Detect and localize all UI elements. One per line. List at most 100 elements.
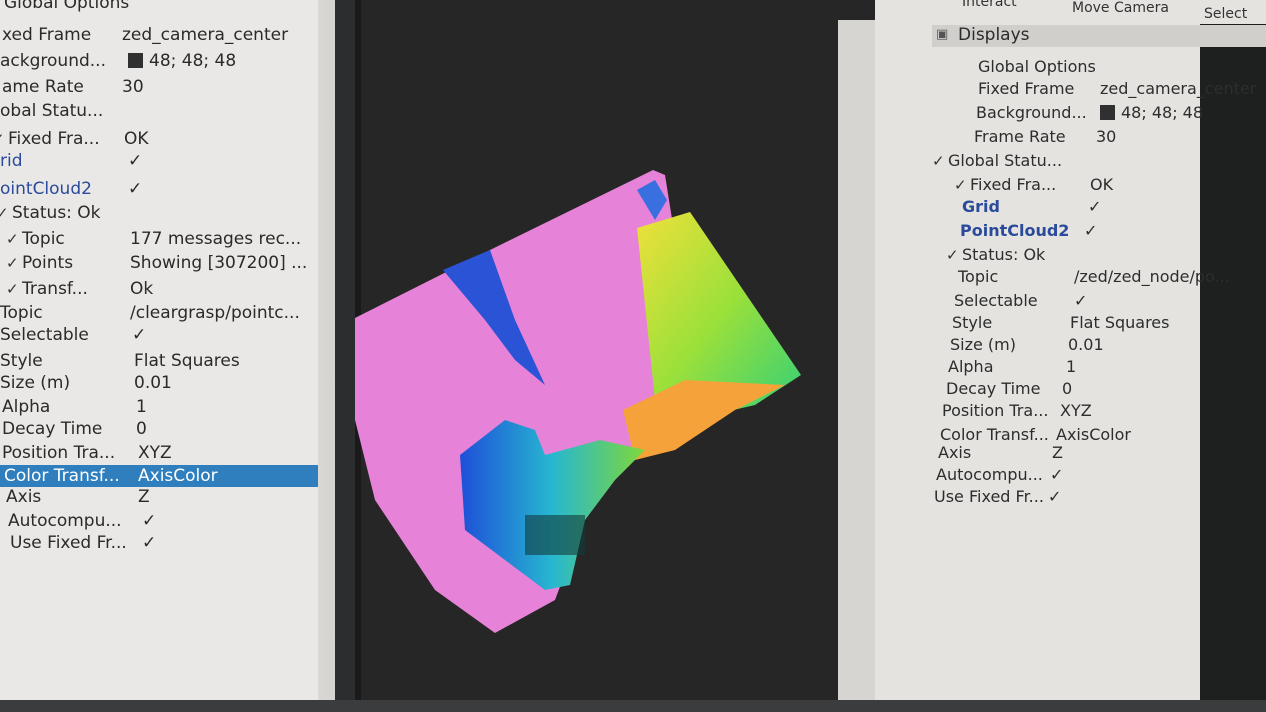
property-row[interactable]: Topic/cleargrasp/pointc... [0,302,318,324]
property-value[interactable]: Ok [130,278,153,300]
property-row[interactable]: Grid ✓ [930,196,1200,218]
property-row[interactable]: Global Options [930,56,1200,78]
property-value[interactable]: OK [124,128,149,150]
property-row[interactable]: xed Frame zed_camera_center [0,24,318,46]
status-check-icon: ✓ [6,280,19,298]
property-row[interactable]: Frame Rate 30 [930,126,1200,148]
move-camera-tool-button[interactable]: Move Camera [1072,0,1169,16]
property-value[interactable]: XYZ [138,442,172,464]
property-row[interactable]: ame Rate 30 [0,76,318,98]
property-value-text: zed_camera_center [1100,79,1257,98]
property-value[interactable]: 48; 48; 48 [1100,102,1203,124]
property-row[interactable]: Size (m) 0.01 [0,372,318,394]
property-value[interactable]: /cleargrasp/pointc... [130,302,300,324]
property-value[interactable]: ✓ [128,178,142,200]
property-value[interactable]: Flat Squares [1070,312,1169,334]
property-row[interactable]: rid ✓ [0,150,318,172]
property-row[interactable]: Decay Time 0 [0,418,318,440]
property-value-text: ✓ [1048,487,1062,506]
status-check-icon: ✓ [946,246,959,264]
property-row[interactable]: Style Flat Squares [0,350,318,372]
property-row[interactable]: Alpha 1 [0,396,318,418]
property-row[interactable]: Color Transf... AxisColor [0,465,318,487]
property-value[interactable]: /zed/zed_node/po... [1074,266,1230,288]
property-value[interactable]: ✓ [142,532,156,554]
property-row[interactable]: Use Fixed Fr... ✓ [0,532,318,554]
property-value[interactable]: zed_camera_center [1100,78,1256,100]
property-row[interactable]: Size (m) 0.01 [930,334,1200,356]
select-tool-button[interactable]: Select [1204,6,1247,22]
property-value[interactable]: ✓ [1048,486,1061,508]
property-row[interactable]: ✓ Status: Ok [0,202,318,224]
property-row[interactable]: ✓ Transf... Ok [0,278,318,300]
property-row[interactable]: ✓Fixed Fra... OK [0,128,318,150]
property-value[interactable]: 0.01 [1068,334,1104,356]
property-row[interactable]: Position Tra... XYZ [0,442,318,464]
property-key: Fixed Fra... [970,175,1057,194]
property-row[interactable]: Autocompu... ✓ [930,464,1200,486]
property-value[interactable]: zed_camera_center [122,24,288,46]
monitor-bezel-right [838,20,878,700]
property-value[interactable]: 1 [136,396,147,418]
property-value[interactable]: 48; 48; 48 [128,50,236,72]
property-value[interactable]: Flat Squares [134,350,240,372]
property-value[interactable]: Showing [307200] ... [130,252,307,274]
property-row[interactable]: Background... 48; 48; 48 [930,102,1203,124]
property-row[interactable]: Decay Time 0 [930,378,1200,400]
property-value[interactable]: 1 [1066,356,1076,378]
property-row[interactable]: ✓ Points Showing [307200] ... [0,252,318,274]
property-row[interactable]: Axis Z [0,486,318,508]
property-value-text: OK [1090,175,1114,194]
property-value[interactable]: 30 [1096,126,1116,148]
property-row[interactable]: ✓Fixed Fra... OK [930,174,1200,196]
property-row[interactable]: Selectable ✓ [0,324,318,346]
property-key: Topic [958,267,999,286]
property-row[interactable]: obal Statu... [0,100,318,122]
render-viewport[interactable] [355,0,902,700]
property-row[interactable]: ✓ Status: Ok [930,244,1200,266]
property-value[interactable]: ✓ [1084,220,1097,242]
property-key: Frame Rate [974,127,1066,146]
property-row[interactable]: ackground... 48; 48; 48 [0,50,318,72]
property-row[interactable]: ointCloud2 ✓ [0,178,318,200]
property-value[interactable]: AxisColor [138,465,218,487]
property-value-text: /cleargrasp/pointc... [130,303,300,323]
property-value[interactable]: ✓ [128,150,142,172]
property-row[interactable]: Fixed Frame zed_camera_center [930,78,1256,100]
color-swatch [128,53,143,68]
property-value[interactable]: ✓ [142,510,156,532]
property-key: Status: Ok [12,203,101,223]
property-row[interactable]: ✓ Topic 177 messages rec... [0,228,318,250]
property-value[interactable]: XYZ [1060,400,1092,422]
property-value[interactable]: ✓ [1074,290,1087,312]
property-row[interactable]: Position Tra... XYZ [930,400,1200,422]
property-key: ame Rate [2,77,84,97]
property-row[interactable]: Selectable ✓ [930,290,1200,312]
interact-tool-button[interactable]: Interact [962,0,1017,10]
property-row[interactable]: Global Options [0,0,318,14]
property-row[interactable]: Alpha 1 [930,356,1200,378]
property-value[interactable]: 177 messages rec... [130,228,301,250]
property-value[interactable]: ✓ [132,324,146,346]
property-value[interactable]: 0 [1062,378,1072,400]
property-row[interactable]: Topic/zed/zed_node/po... [930,266,1230,288]
property-value[interactable]: 30 [122,76,144,98]
property-row[interactable]: Autocompu... ✓ [0,510,318,532]
property-row[interactable]: Use Fixed Fr... ✓ [930,486,1200,508]
property-key: rid [0,151,23,171]
property-row[interactable]: Style Flat Squares [930,312,1200,334]
status-check-icon: ✓ [6,254,19,272]
property-row[interactable]: ✓ Global Statu... [930,150,1200,172]
property-key: Status: Ok [962,245,1046,264]
property-value[interactable]: ✓ [1050,464,1063,486]
property-value[interactable]: OK [1090,174,1113,196]
property-row[interactable]: PointCloud2 ✓ [930,220,1200,242]
property-value[interactable]: 0.01 [134,372,172,394]
property-key: ointCloud2 [0,179,92,199]
property-key: Decay Time [2,419,103,439]
property-value[interactable]: ✓ [1088,196,1101,218]
property-value[interactable]: Z [138,486,150,508]
property-row[interactable]: Axis Z [930,442,1200,464]
property-value[interactable]: Z [1052,442,1063,464]
property-value[interactable]: 0 [136,418,147,440]
